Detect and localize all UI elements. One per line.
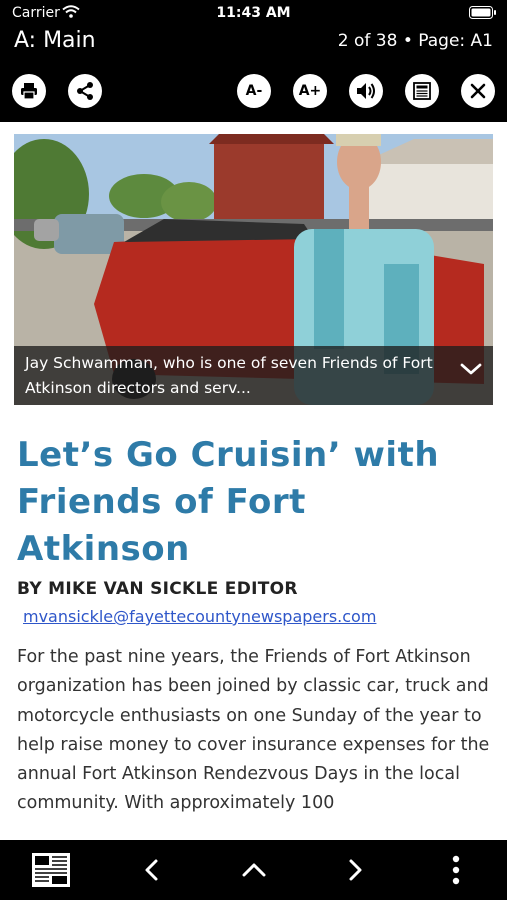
share-button[interactable] (68, 74, 102, 108)
reader-toolbar: A- A+ (0, 60, 507, 122)
chevron-up-icon (242, 863, 266, 877)
close-icon (470, 83, 486, 99)
caption-text: Jay Schwamman, who is one of seven Frien… (25, 354, 433, 397)
chevron-right-icon (349, 859, 362, 881)
close-button[interactable] (461, 74, 495, 108)
newspaper-icon (32, 853, 70, 887)
next-button[interactable] (335, 850, 375, 890)
title-bar: A: Main 2 of 38 • Page: A1 (0, 24, 507, 60)
battery-icon (469, 6, 497, 23)
font-increase-button[interactable]: A+ (293, 74, 327, 108)
status-bar: Carrier 11:43 AM (0, 0, 507, 24)
article-headline: Let’s Go Cruisin’ with Friends of Fort A… (17, 435, 440, 569)
print-button[interactable] (12, 74, 46, 108)
font-decrease-button[interactable]: A- (237, 74, 271, 108)
page-indicator: 2 of 38 • Page: A1 (337, 31, 493, 51)
section-title[interactable]: A: Main (14, 28, 96, 53)
speaker-icon (357, 83, 375, 99)
newspaper-icon (413, 82, 431, 100)
page-view-button[interactable] (405, 74, 439, 108)
scroll-up-button[interactable] (234, 850, 274, 890)
chevron-left-icon (145, 859, 158, 881)
share-icon (77, 82, 93, 100)
chevron-down-icon[interactable] (459, 360, 483, 385)
article-body: For the past nine years, the Friends of … (17, 647, 490, 814)
photo-caption[interactable]: Jay Schwamman, who is one of seven Frien… (14, 346, 493, 405)
more-button[interactable] (436, 850, 476, 890)
print-icon (21, 83, 37, 100)
more-vertical-icon (452, 855, 460, 885)
bottom-nav (0, 840, 507, 900)
previous-button[interactable] (132, 850, 172, 890)
sections-button[interactable] (31, 850, 71, 890)
clock: 11:43 AM (216, 5, 291, 21)
audio-button[interactable] (349, 74, 383, 108)
author-email-link[interactable]: mvansickle@fayettecountynewspapers.com (23, 607, 376, 626)
article-byline: BY MIKE VAN SICKLE EDITOR (17, 579, 298, 599)
